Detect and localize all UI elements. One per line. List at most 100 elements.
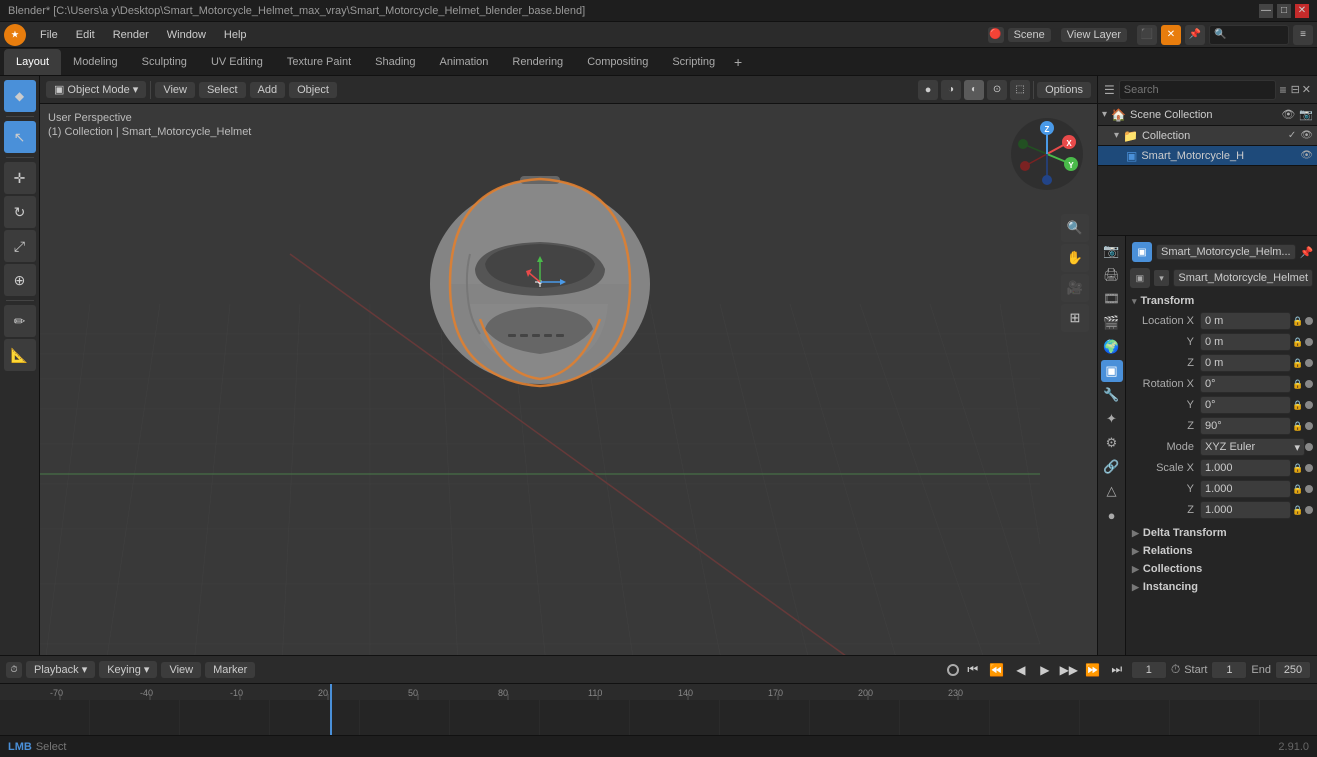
view-menu-button[interactable]: View: [155, 82, 195, 98]
outliner-search-input[interactable]: [1119, 80, 1276, 100]
object-properties-button[interactable]: ▣: [1101, 360, 1123, 382]
location-y-value[interactable]: 0 m: [1200, 333, 1291, 351]
next-keyframe-button[interactable]: ⏩: [1083, 660, 1103, 680]
jump-start-button[interactable]: ⏮: [963, 660, 983, 680]
rotation-mode-keyframe[interactable]: [1305, 443, 1313, 451]
expand-icon[interactable]: ⬛: [1137, 25, 1157, 45]
tab-texture-paint[interactable]: Texture Paint: [275, 49, 363, 75]
step-back-button[interactable]: ◀: [1011, 660, 1031, 680]
tab-sculpting[interactable]: Sculpting: [130, 49, 199, 75]
outliner-collapse-button[interactable]: ⊟: [1291, 83, 1300, 96]
output-properties-button[interactable]: 🖨: [1101, 264, 1123, 286]
viewport-shading-material[interactable]: ◑: [941, 80, 961, 100]
pan-button[interactable]: ✋: [1061, 244, 1089, 272]
prop-selector-arrow[interactable]: ▾: [1154, 270, 1170, 286]
relations-header[interactable]: ▶ Relations: [1130, 542, 1313, 560]
scale-x-keyframe[interactable]: [1305, 464, 1313, 472]
timeline-background[interactable]: [0, 700, 1317, 735]
camera-button[interactable]: 🎥: [1061, 274, 1089, 302]
menu-window[interactable]: Window: [159, 27, 214, 43]
rotation-y-value[interactable]: 0°: [1200, 396, 1291, 414]
zoom-to-fit-button[interactable]: 🔍: [1061, 214, 1089, 242]
scale-x-value[interactable]: 1.000: [1200, 459, 1291, 477]
filter-icon[interactable]: ≡: [1293, 25, 1313, 45]
add-menu-button[interactable]: Add: [250, 82, 286, 98]
rotation-z-lock[interactable]: 🔒: [1291, 419, 1305, 433]
timeline-view-menu-button[interactable]: View: [161, 662, 201, 678]
menu-file[interactable]: File: [32, 27, 66, 43]
rotation-y-lock[interactable]: 🔒: [1291, 398, 1305, 412]
menu-edit[interactable]: Edit: [68, 27, 103, 43]
navigation-gizmo[interactable]: X Y: [1007, 114, 1087, 194]
timeline-playhead[interactable]: [330, 684, 332, 735]
tab-modeling[interactable]: Modeling: [61, 49, 130, 75]
titlebar-controls[interactable]: — □ ✕: [1259, 4, 1309, 18]
delta-transform-header[interactable]: ▶ Delta Transform: [1130, 524, 1313, 542]
object-mode-button[interactable]: ▣ Object Mode ▾: [46, 81, 146, 98]
world-properties-button[interactable]: 🌍: [1101, 336, 1123, 358]
modifier-properties-button[interactable]: 🔧: [1101, 384, 1123, 406]
location-y-lock[interactable]: 🔒: [1291, 335, 1305, 349]
location-z-lock[interactable]: 🔒: [1291, 356, 1305, 370]
tab-uv-editing[interactable]: UV Editing: [199, 49, 275, 75]
select-menu-button[interactable]: Select: [199, 82, 246, 98]
scene-selector[interactable]: Scene: [1008, 28, 1051, 42]
viewport-overlay-toggle[interactable]: ⊙: [987, 80, 1007, 100]
prev-keyframe-button[interactable]: ⏪: [987, 660, 1007, 680]
object-visibility-outliner[interactable]: 👁: [1300, 150, 1313, 161]
menu-help[interactable]: Help: [216, 27, 255, 43]
add-workspace-button[interactable]: +: [727, 51, 749, 73]
scale-x-lock[interactable]: 🔒: [1291, 461, 1305, 475]
transform-header[interactable]: ▾ Transform: [1130, 292, 1313, 310]
select-tool-button[interactable]: ↖: [4, 121, 36, 153]
annotate-tool-button[interactable]: ✏: [4, 305, 36, 337]
material-properties-button[interactable]: ●: [1101, 504, 1123, 526]
viewport-shading-rendered[interactable]: ◐: [964, 80, 984, 100]
rotate-tool-button[interactable]: ↻: [4, 196, 36, 228]
constraints-properties-button[interactable]: 🔗: [1101, 456, 1123, 478]
collection-visibility[interactable]: ✓: [1288, 130, 1296, 141]
global-search[interactable]: 🔍: [1209, 25, 1289, 45]
keyframe-toggle[interactable]: [947, 664, 959, 676]
rotation-mode-dropdown[interactable]: XYZ Euler ▾: [1200, 438, 1305, 456]
marker-menu-button[interactable]: Marker: [205, 662, 255, 678]
transform-tool-button[interactable]: ⊕: [4, 264, 36, 296]
physics-properties-button[interactable]: ⚙: [1101, 432, 1123, 454]
particles-properties-button[interactable]: ✦: [1101, 408, 1123, 430]
collection-row[interactable]: ▾ 📁 Collection ✓ 👁: [1098, 126, 1317, 146]
measure-tool-button[interactable]: 📐: [4, 339, 36, 371]
start-frame-input[interactable]: [1211, 661, 1247, 679]
location-x-lock[interactable]: 🔒: [1291, 314, 1305, 328]
scale-z-keyframe[interactable]: [1305, 506, 1313, 514]
scale-z-lock[interactable]: 🔒: [1291, 503, 1305, 517]
current-frame-input[interactable]: 1: [1131, 661, 1167, 679]
step-forward-button[interactable]: ▶▶: [1059, 660, 1079, 680]
view-layer-selector[interactable]: View Layer: [1061, 28, 1127, 42]
scene-collection-bar[interactable]: ▾ 🏠 Scene Collection 👁 📷: [1098, 104, 1317, 126]
rotation-z-keyframe[interactable]: [1305, 422, 1313, 430]
instancing-header[interactable]: ▶ Instancing: [1130, 578, 1313, 596]
outliner-filter-button[interactable]: ≡: [1280, 83, 1287, 97]
tab-scripting[interactable]: Scripting: [660, 49, 727, 75]
scale-z-value[interactable]: 1.000: [1200, 501, 1291, 519]
rotation-z-value[interactable]: 90°: [1200, 417, 1291, 435]
playback-menu-button[interactable]: Playback ▾: [26, 661, 95, 678]
tab-rendering[interactable]: Rendering: [500, 49, 575, 75]
prop-object-link-button[interactable]: 📌: [1300, 246, 1314, 259]
location-z-value[interactable]: 0 m: [1200, 354, 1291, 372]
close-editor-icon[interactable]: ✕: [1161, 25, 1181, 45]
viewport-xray-toggle[interactable]: ⬚: [1010, 80, 1030, 100]
keying-menu-button[interactable]: Keying ▾: [99, 661, 157, 678]
play-button[interactable]: ▶: [1035, 660, 1055, 680]
rotation-x-keyframe[interactable]: [1305, 380, 1313, 388]
object-row[interactable]: ▣ Smart_Motorcycle_H 👁: [1098, 146, 1317, 166]
end-frame-input[interactable]: [1275, 661, 1311, 679]
location-x-value[interactable]: 0 m: [1200, 312, 1291, 330]
menu-render[interactable]: Render: [105, 27, 157, 43]
collection-exclude[interactable]: 👁: [1300, 130, 1313, 141]
scene-collection-visibility[interactable]: 👁: [1281, 108, 1295, 121]
move-tool-button[interactable]: ✛: [4, 162, 36, 194]
location-y-keyframe[interactable]: [1305, 338, 1313, 346]
minimize-button[interactable]: —: [1259, 4, 1273, 18]
viewport-shading-solid[interactable]: ●: [918, 80, 938, 100]
